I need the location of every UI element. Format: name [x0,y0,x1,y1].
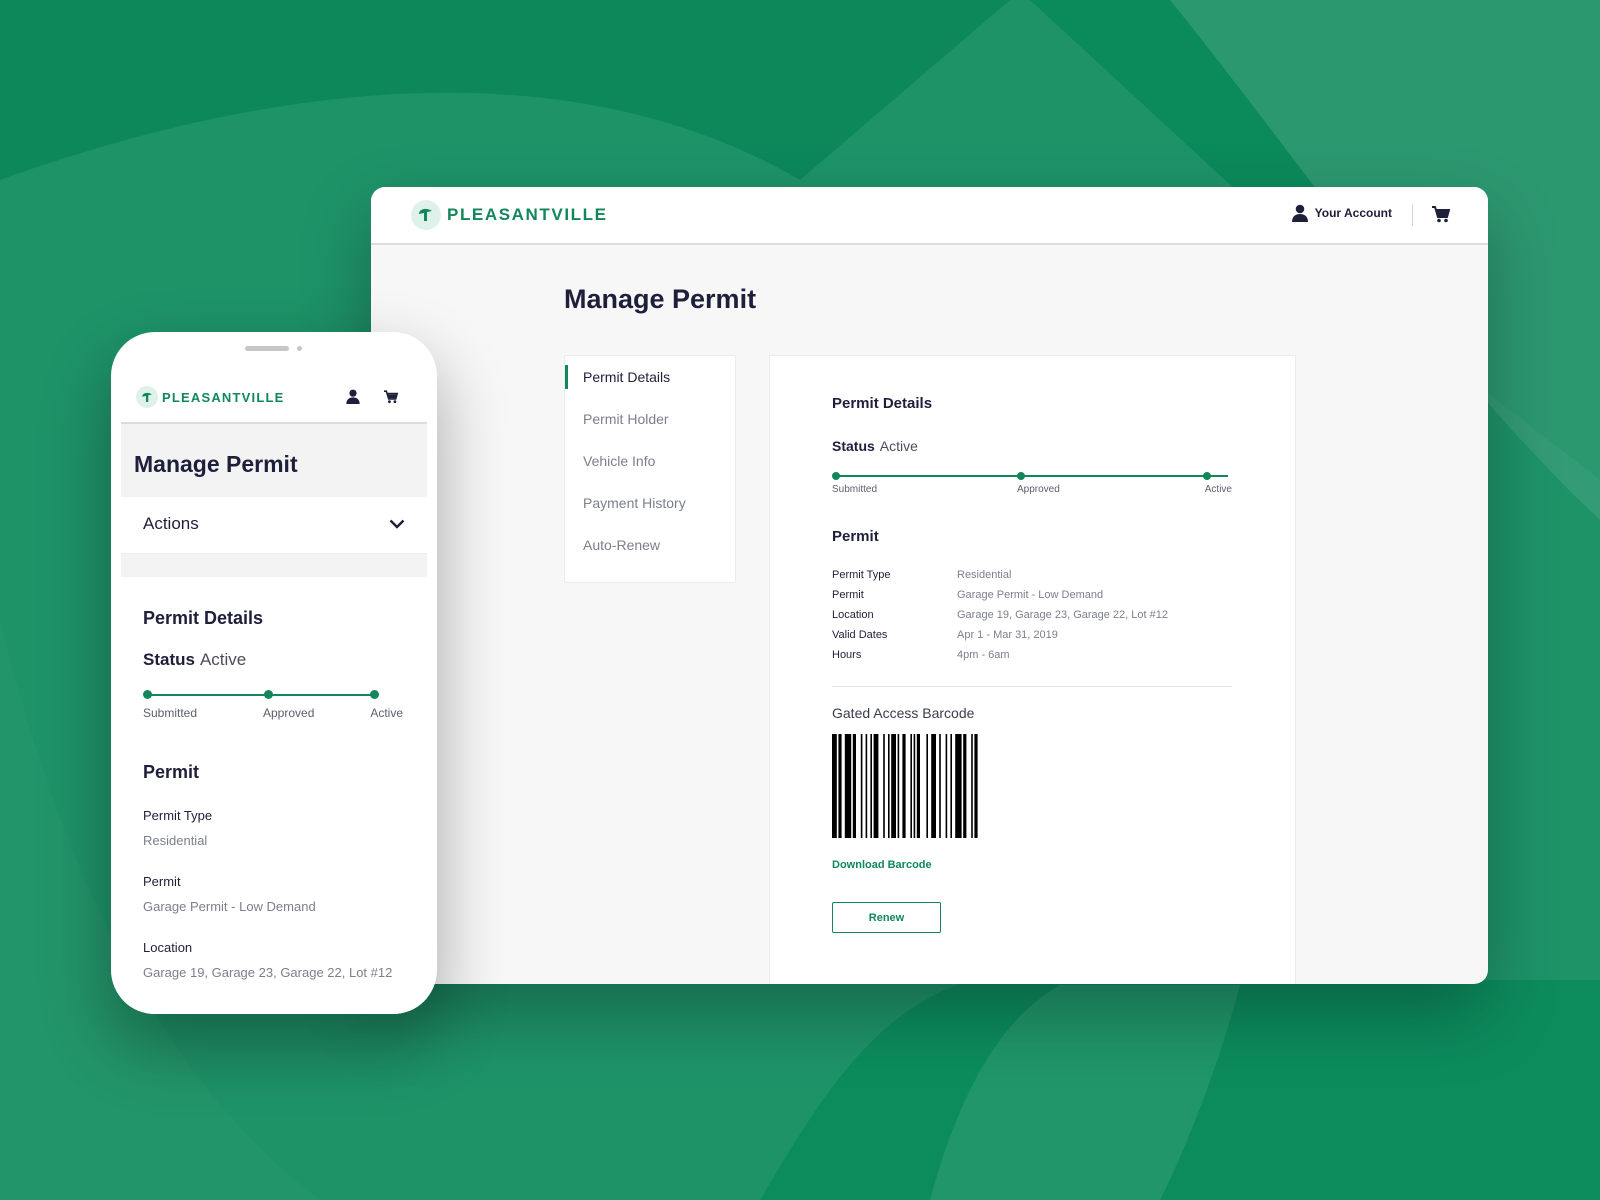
step-label-submitted: Submitted [832,484,878,495]
field-permit-type: Permit Type Residential [143,803,212,853]
step-dot-approved [264,690,273,699]
section-divider [832,686,1232,687]
account-label: Your Account [1314,206,1392,220]
permit-details-card: Permit Details Status Active Submitted Ap… [121,577,427,1014]
page-title: Manage Permit [564,284,757,314]
field-label: Permit Type [832,569,891,581]
step-label-active: Active [1204,484,1232,495]
field-label: Permit Type [143,808,213,823]
permit-fields: Permit Type Residential Permit Garage Perm… [832,565,1168,665]
field-value: Garage Permit - Low Demand [957,589,1104,601]
field-value: 4pm - 6am [957,649,1010,661]
download-barcode-link[interactable]: Download Barcode [832,859,932,871]
side-nav-item-payment-history[interactable]: Payment History [565,482,735,524]
status-value: Active [199,650,247,669]
mobile-header: PLEASANTVILLE [121,372,427,424]
step-label-approved: Approved [1017,484,1060,495]
step-dot-submitted [832,472,840,480]
user-icon [346,389,360,404]
account-button[interactable] [346,389,360,409]
actions-dropdown[interactable]: Actions [121,497,427,554]
phone-speaker [245,346,289,351]
field-value: Garage 19, Garage 23, Garage 22, Lot #12 [957,609,1168,621]
step-label-submitted: Submitted [143,706,198,720]
field-label: Permit [143,874,181,889]
barcode-label: Gated Access Barcode [832,705,975,721]
mobile-device: PLEASANTVILLE Manage Permit Actions Perm… [111,332,437,1014]
status-stepper: Submitted Approved Active [832,472,1232,502]
permit-details-heading: Permit Details [832,395,933,412]
field-value: Residential [143,833,208,848]
field-label: Location [832,609,874,621]
status-label: Status [832,438,875,454]
cart-icon [384,390,399,404]
permit-heading: Permit [143,762,200,782]
cart-button[interactable] [1432,206,1451,228]
gated-access-barcode [832,734,978,838]
user-icon [1291,204,1308,222]
permit-details-heading: Permit Details [143,608,264,628]
brand-logo[interactable]: PLEASANTVILLE [411,200,608,230]
field-row-location: Location Garage 19, Garage 23, Garage 22,… [832,605,1168,625]
stepper-line [148,694,376,696]
field-label: Valid Dates [832,629,888,641]
status-value: Active [879,438,918,454]
pleasantville-logo-icon [136,386,158,408]
desktop-window: PLEASANTVILLE Your Account Manage Permit… [371,187,1488,984]
side-nav: Permit Details Permit Holder Vehicle Inf… [564,355,736,583]
field-row-permit-type: Permit Type Residential [832,565,1168,585]
brand-name: PLEASANTVILLE [162,389,285,405]
permit-details-card: Permit Details Status Active Submitted Ap… [769,355,1296,984]
field-value: Residential [957,569,1012,581]
side-nav-item-permit-details[interactable]: Permit Details [565,356,735,398]
step-label-active: Active [370,706,403,720]
step-dot-active [370,690,379,699]
status-label: Status [143,650,195,669]
cart-icon [1432,206,1451,223]
brand-name: PLEASANTVILLE [447,205,608,224]
side-nav-item-vehicle-info[interactable]: Vehicle Info [565,440,735,482]
renew-button[interactable]: Renew [832,902,941,933]
field-label: Permit [832,589,864,601]
permit-heading: Permit [832,528,879,545]
actions-label: Actions [143,514,199,533]
field-row-valid-dates: Valid Dates Apr 1 - Mar 31, 2019 [832,625,1168,645]
mobile-screen: PLEASANTVILLE Manage Permit Actions Perm… [121,372,427,1014]
step-dot-active [1203,472,1211,480]
side-nav-item-permit-holder[interactable]: Permit Holder [565,398,735,440]
field-label: Hours [832,649,862,661]
chevron-down-icon [389,519,405,529]
field-row-permit: Permit Garage Permit - Low Demand [832,585,1168,605]
field-label: Location [143,940,193,955]
field-value: Garage Permit - Low Demand [143,899,316,914]
side-nav-item-auto-renew[interactable]: Auto-Renew [565,524,735,566]
status-row: Status Active [143,650,246,670]
step-label-approved: Approved [263,706,315,720]
brand-logo[interactable]: PLEASANTVILLE [136,386,285,408]
site-header: PLEASANTVILLE Your Account [371,187,1488,245]
field-location: Location Garage 19, Garage 23, Garage 22… [143,935,392,985]
header-divider [1412,204,1413,226]
step-dot-submitted [143,690,152,699]
cart-button[interactable] [384,390,399,409]
status-row: Status Active [832,438,918,454]
your-account-link[interactable]: Your Account [1291,204,1392,222]
page-title: Manage Permit [134,451,298,477]
field-value: Apr 1 - Mar 31, 2019 [957,629,1058,641]
phone-camera [297,346,302,351]
field-row-hours: Hours 4pm - 6am [832,645,1168,665]
stepper-line [836,475,1228,477]
status-stepper: Submitted Approved Active [143,690,403,720]
field-value: Garage 19, Garage 23, Garage 22, Lot #12 [143,965,393,980]
field-permit: Permit Garage Permit - Low Demand [143,869,316,919]
step-dot-approved [1017,472,1025,480]
pleasantville-logo-icon [411,200,441,230]
